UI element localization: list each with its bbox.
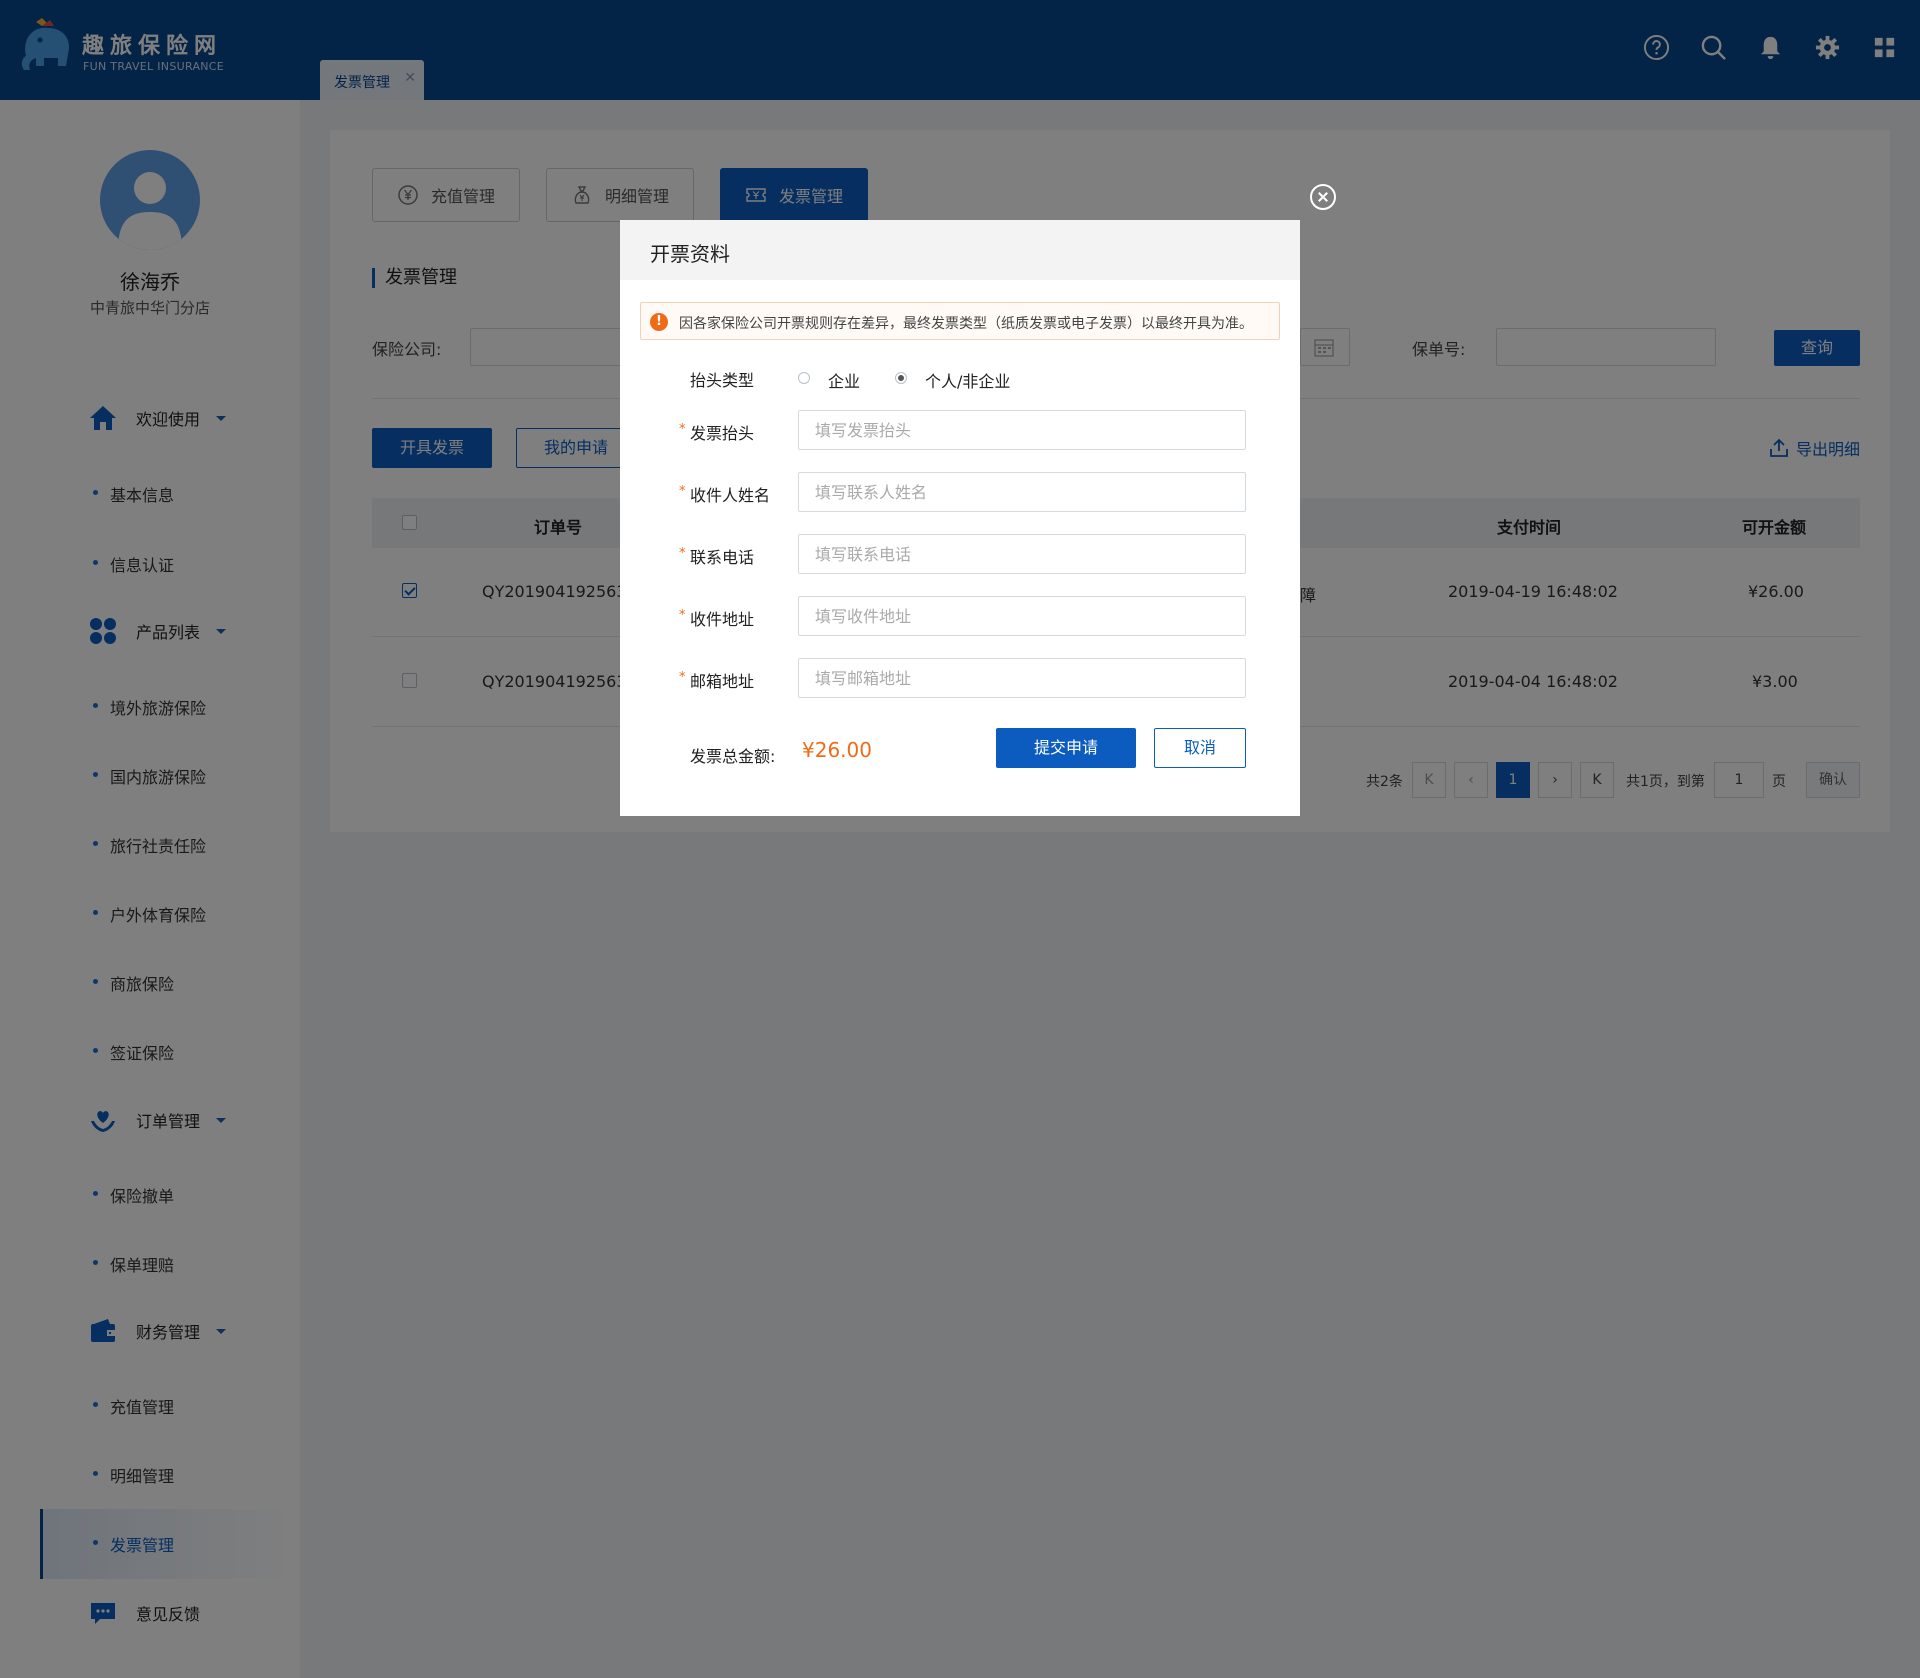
radio-label: 企业 [828,372,861,391]
radio-button[interactable] [895,372,907,384]
notice-text: 因各家保险公司开票规则存在差异，最终发票类型（纸质发票或电子发票）以最终开具为准… [679,316,1253,332]
address-input[interactable] [798,596,1246,636]
cancel-button[interactable]: 取消 [1154,728,1246,768]
radio-label: 个人/非企业 [925,372,1011,391]
title-type-label: 抬头类型 [690,371,755,390]
dialog-title: 开票资料 [650,242,730,266]
email-input[interactable] [798,658,1246,698]
phone-input[interactable] [798,534,1246,574]
dialog-header: 开票资料 [620,220,1300,280]
recipient-input[interactable] [798,472,1246,512]
submit-application-button[interactable]: 提交申请 [996,728,1136,768]
phone-label: 联系电话 [679,544,754,568]
address-label: 收件地址 [679,606,754,630]
total-amount-label: 发票总金额: [690,747,776,766]
notice-banner: ! 因各家保险公司开票规则存在差异，最终发票类型（纸质发票或电子发票）以最终开具… [640,302,1280,340]
modal-close-icon[interactable] [1310,184,1336,210]
total-amount-value: ¥26.00 [802,738,872,762]
warning-icon: ! [650,313,668,331]
invoice-info-dialog: 开票资料 ! 因各家保险公司开票规则存在差异，最终发票类型（纸质发票或电子发票）… [620,220,1300,816]
radio-button[interactable] [798,372,810,384]
recipient-label: 收件人姓名 [679,482,770,506]
invoice-title-input[interactable] [798,410,1246,450]
email-label: 邮箱地址 [679,668,754,692]
invoice-title-label: 发票抬头 [679,420,754,444]
